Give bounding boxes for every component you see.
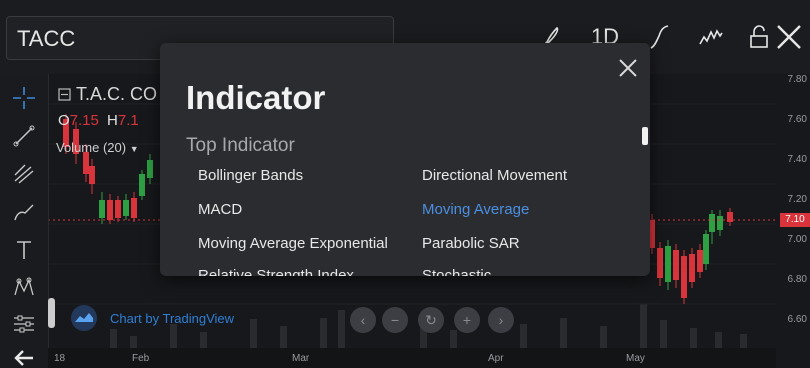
- indicator-icon: [699, 29, 723, 45]
- time-label: Apr: [488, 353, 504, 364]
- indicator-item-directional-movement[interactable]: Directional Movement: [422, 167, 567, 184]
- close-icon: [777, 25, 801, 49]
- time-label: Feb: [132, 353, 150, 364]
- curve-icon: [650, 25, 669, 49]
- settings-tool[interactable]: [8, 308, 40, 340]
- scroll-left-button[interactable]: ‹: [350, 307, 376, 333]
- app-screen: TACC 1D T.A.C. CO O7.15 H7.1 Volume (20)…: [0, 0, 810, 368]
- indicators-button[interactable]: [694, 18, 728, 56]
- back-button[interactable]: [8, 342, 40, 368]
- fib-tool[interactable]: [8, 158, 40, 190]
- pattern-tool[interactable]: [8, 272, 40, 304]
- price-label: 7.80: [787, 74, 807, 85]
- last-price-tag: 7.10: [780, 213, 810, 227]
- crosshair-tool[interactable]: [8, 82, 40, 114]
- chevron-down-icon: ▼: [129, 144, 139, 154]
- lock-icon: [750, 25, 768, 48]
- text-tool[interactable]: [8, 234, 40, 266]
- tradingview-watermark[interactable]: Chart by TradingView: [68, 304, 234, 332]
- indicator-item-bollinger-bands[interactable]: Bollinger Bands: [198, 167, 303, 184]
- dialog-close-button[interactable]: [617, 57, 639, 79]
- symbol-text: TACC: [17, 26, 76, 51]
- zoom-in-button[interactable]: +: [454, 307, 480, 333]
- indicator-item-moving-average[interactable]: Moving Average: [422, 201, 529, 218]
- high-label: H: [107, 112, 118, 129]
- indicator-item-moving-average-exponential[interactable]: Moving Average Exponential: [198, 235, 388, 252]
- indicator-dialog: Indicator Top Indicator Bollinger Bands …: [160, 43, 650, 276]
- pattern-icon: [14, 277, 34, 296]
- brush-tool[interactable]: [8, 196, 40, 228]
- close-icon: [619, 59, 637, 77]
- chevron-left-icon: ‹: [360, 312, 366, 328]
- trend-line-tool[interactable]: [8, 120, 40, 152]
- reset-button[interactable]: ↻: [418, 307, 444, 333]
- sliders-icon: [14, 315, 34, 333]
- refresh-icon: ↻: [425, 311, 437, 328]
- trend-line-icon: [13, 125, 35, 147]
- volume-label-text: Volume (20): [56, 140, 127, 155]
- price-label: 6.80: [787, 274, 807, 285]
- price-label: 7.00: [787, 234, 807, 245]
- legend-symbol-name: T.A.C. CO: [76, 84, 158, 104]
- time-label: May: [626, 353, 645, 364]
- text-icon: [17, 241, 31, 259]
- watermark-text: Chart by TradingView: [110, 310, 235, 326]
- price-label: 7.60: [787, 114, 807, 125]
- indicator-item-rsi[interactable]: Relative Strength Index: [198, 267, 354, 276]
- time-label: 18: [54, 353, 66, 364]
- indicator-item-stochastic[interactable]: Stochastic: [422, 267, 491, 276]
- price-label: 7.40: [787, 154, 807, 165]
- fib-retracement-icon: [14, 164, 34, 184]
- crosshair-icon: [13, 87, 35, 109]
- collapse-legend-icon[interactable]: [58, 88, 72, 102]
- lock-button[interactable]: [746, 18, 772, 56]
- indicator-item-parabolic-sar[interactable]: Parabolic SAR: [422, 235, 520, 252]
- high-value: 7.1: [117, 112, 139, 129]
- open-value: 7.15: [69, 112, 99, 129]
- close-chart-button[interactable]: [772, 18, 806, 56]
- price-label: 6.60: [787, 314, 807, 325]
- zoom-out-button[interactable]: −: [382, 307, 408, 333]
- pencil-icon: [14, 204, 34, 221]
- tradingview-logo-icon: [71, 305, 97, 331]
- legend-ohlc: O7.15 H7.1: [58, 112, 139, 129]
- volume-indicator-label[interactable]: Volume (20) ▼: [56, 140, 139, 155]
- dialog-scrollbar[interactable]: [642, 127, 648, 145]
- chevron-right-icon: ›: [498, 312, 504, 328]
- scroll-right-button[interactable]: ›: [488, 307, 514, 333]
- arrow-left-icon: [14, 350, 33, 366]
- time-label: Mar: [292, 353, 310, 364]
- indicator-item-macd[interactable]: MACD: [198, 201, 242, 218]
- toolbar-collapse-handle[interactable]: [48, 298, 55, 328]
- time-axis[interactable]: 18 Feb Mar Apr May: [48, 348, 776, 368]
- price-label: 7.20: [787, 194, 807, 205]
- dialog-title: Indicator: [186, 79, 326, 116]
- drawing-toolbar: [0, 74, 49, 368]
- plus-icon: +: [462, 312, 472, 328]
- minus-icon: −: [390, 312, 400, 328]
- open-label: O: [58, 112, 70, 129]
- dialog-section-heading: Top Indicator: [186, 135, 295, 156]
